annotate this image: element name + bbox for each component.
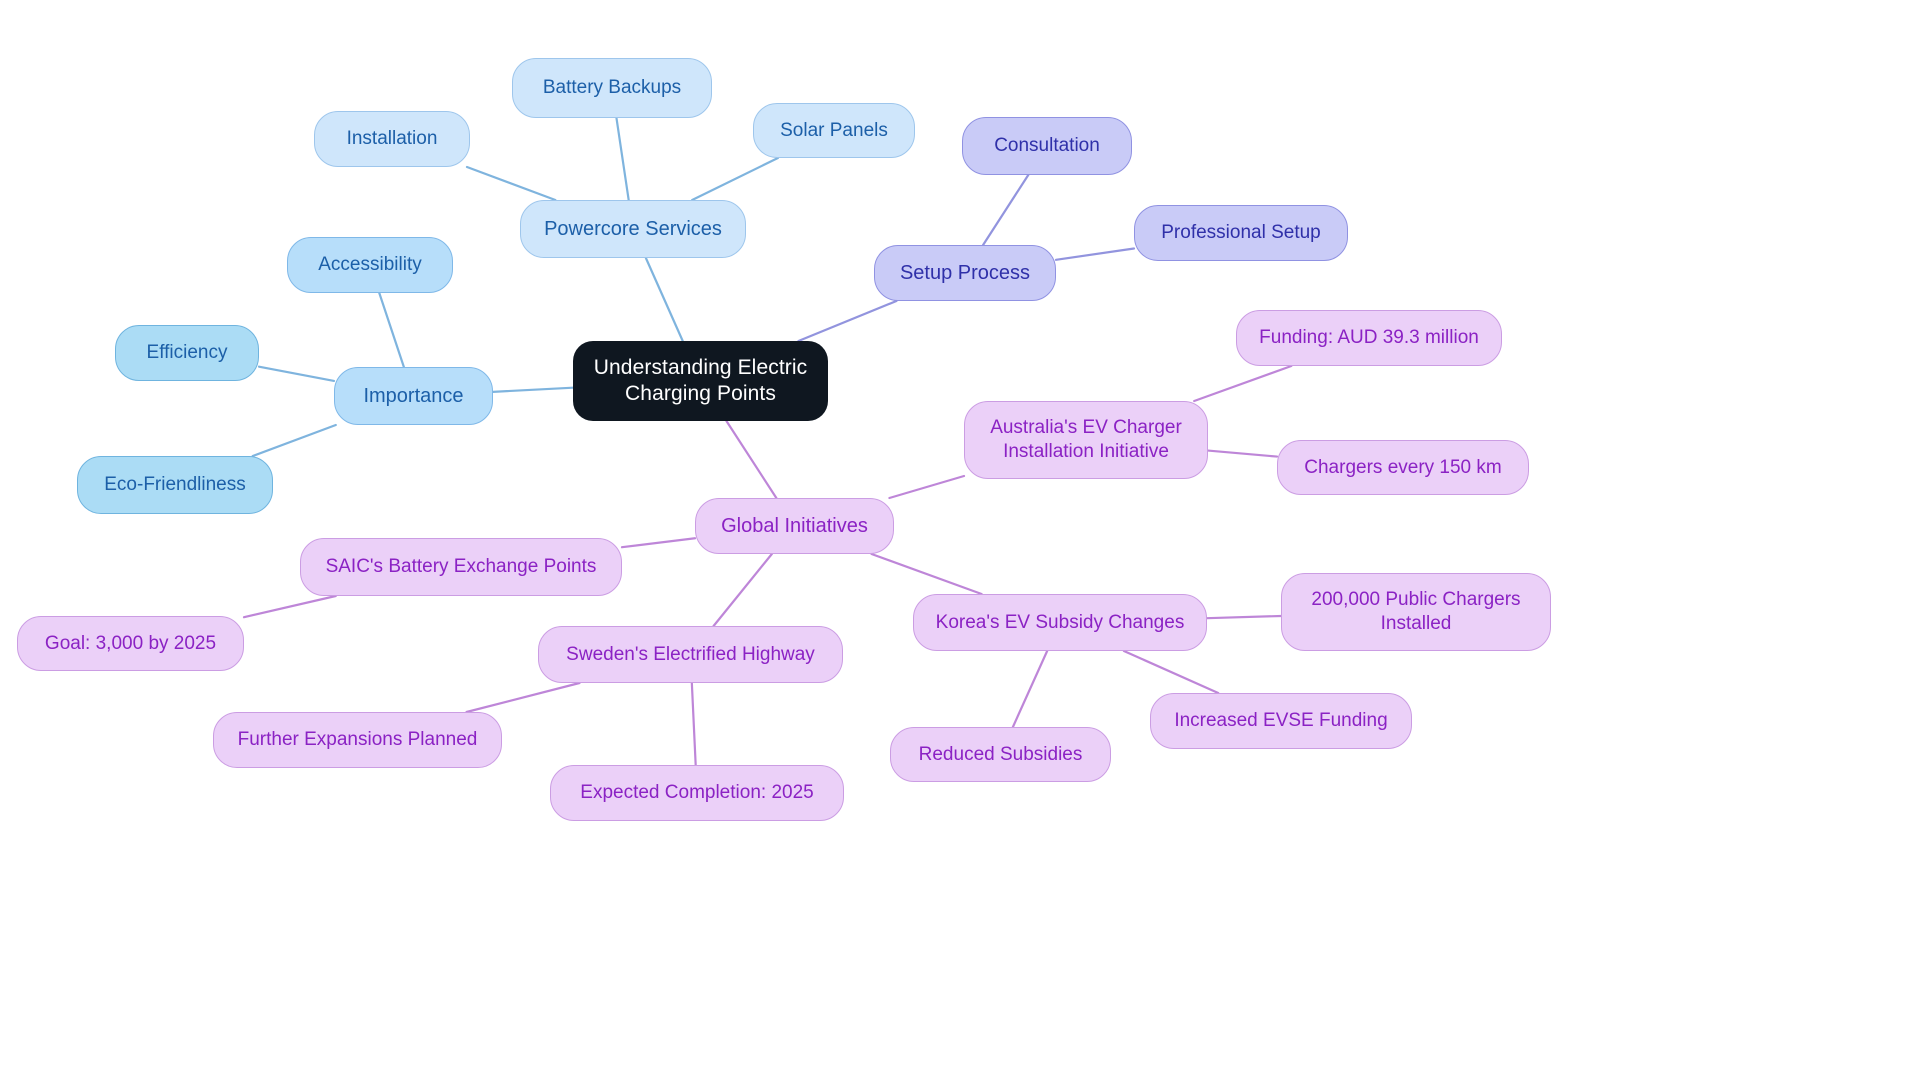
mindmap-node-setup-process[interactable]: Setup Process — [874, 245, 1056, 301]
mindmap-node-powercore[interactable]: Powercore Services — [520, 200, 746, 258]
mindmap-node-funding-aud[interactable]: Funding: AUD 39.3 million — [1236, 310, 1502, 366]
mindmap-node-further-expansions[interactable]: Further Expansions Planned — [213, 712, 502, 768]
edge-importance-to-efficiency — [257, 365, 336, 383]
mindmap-node-korea-subsidy[interactable]: Korea's EV Subsidy Changes — [913, 594, 1207, 651]
edge-root-to-setup-process — [797, 299, 898, 343]
mindmap-node-global-initiatives[interactable]: Global Initiatives — [695, 498, 894, 554]
mindmap-node-saic-battery[interactable]: SAIC's Battery Exchange Points — [300, 538, 622, 596]
edge-sweden-highway-to-further-expansions — [465, 681, 581, 714]
edge-setup-process-to-professional-setup — [1054, 247, 1136, 261]
mindmap-node-efficiency[interactable]: Efficiency — [115, 325, 259, 381]
edge-global-initiatives-to-saic-battery — [620, 537, 697, 549]
edge-root-to-global-initiatives — [725, 419, 778, 500]
mindmap-node-sweden-highway[interactable]: Sweden's Electrified Highway — [538, 626, 843, 683]
edge-setup-process-to-consultation — [981, 173, 1030, 247]
mindmap-node-public-chargers[interactable]: 200,000 Public Chargers Installed — [1281, 573, 1551, 651]
edge-sweden-highway-to-expected-completion — [690, 681, 697, 767]
mindmap-edges — [242, 116, 1293, 767]
edge-global-initiatives-to-sweden-highway — [712, 552, 773, 628]
edge-root-to-importance — [491, 386, 575, 393]
edge-importance-to-accessibility — [378, 291, 405, 369]
edge-powercore-to-installation — [465, 165, 557, 202]
mindmap-node-accessibility[interactable]: Accessibility — [287, 237, 453, 293]
edge-australia-initiative-to-chargers-150km — [1206, 449, 1279, 458]
edge-saic-battery-to-goal-3000 — [242, 594, 337, 619]
mindmap-node-professional-setup[interactable]: Professional Setup — [1134, 205, 1348, 261]
mindmap-node-chargers-150km[interactable]: Chargers every 150 km — [1277, 440, 1529, 495]
edge-global-initiatives-to-korea-subsidy — [870, 552, 983, 596]
mindmap-node-consultation[interactable]: Consultation — [962, 117, 1132, 175]
mindmap-node-solar-panels[interactable]: Solar Panels — [753, 103, 915, 158]
mindmap-node-reduced-subsidies[interactable]: Reduced Subsidies — [890, 727, 1111, 782]
mindmap-canvas: Understanding Electric Charging Points Po… — [0, 0, 1920, 1083]
mindmap-node-expected-completion[interactable]: Expected Completion: 2025 — [550, 765, 844, 821]
mindmap-node-goal-3000[interactable]: Goal: 3,000 by 2025 — [17, 616, 244, 671]
edge-korea-subsidy-to-public-chargers — [1205, 614, 1283, 620]
edge-powercore-to-battery-backups — [615, 116, 630, 202]
mindmap-node-eco-friendliness[interactable]: Eco-Friendliness — [77, 456, 273, 514]
edge-importance-to-eco-friendliness — [251, 423, 337, 458]
mindmap-node-australia-initiative[interactable]: Australia's EV Charger Installation Init… — [964, 401, 1208, 479]
mindmap-node-increased-evse[interactable]: Increased EVSE Funding — [1150, 693, 1412, 749]
edge-korea-subsidy-to-reduced-subsidies — [1011, 649, 1049, 729]
edge-root-to-powercore — [644, 256, 684, 343]
mindmap-node-importance[interactable]: Importance — [334, 367, 493, 425]
edge-global-initiatives-to-australia-initiative — [888, 474, 966, 500]
mindmap-node-battery-backups[interactable]: Battery Backups — [512, 58, 712, 118]
edge-australia-initiative-to-funding-aud — [1193, 364, 1293, 403]
edge-korea-subsidy-to-increased-evse — [1122, 649, 1220, 695]
mindmap-node-installation[interactable]: Installation — [314, 111, 470, 167]
edge-powercore-to-solar-panels — [691, 156, 779, 202]
mindmap-node-root[interactable]: Understanding Electric Charging Points — [573, 341, 828, 421]
